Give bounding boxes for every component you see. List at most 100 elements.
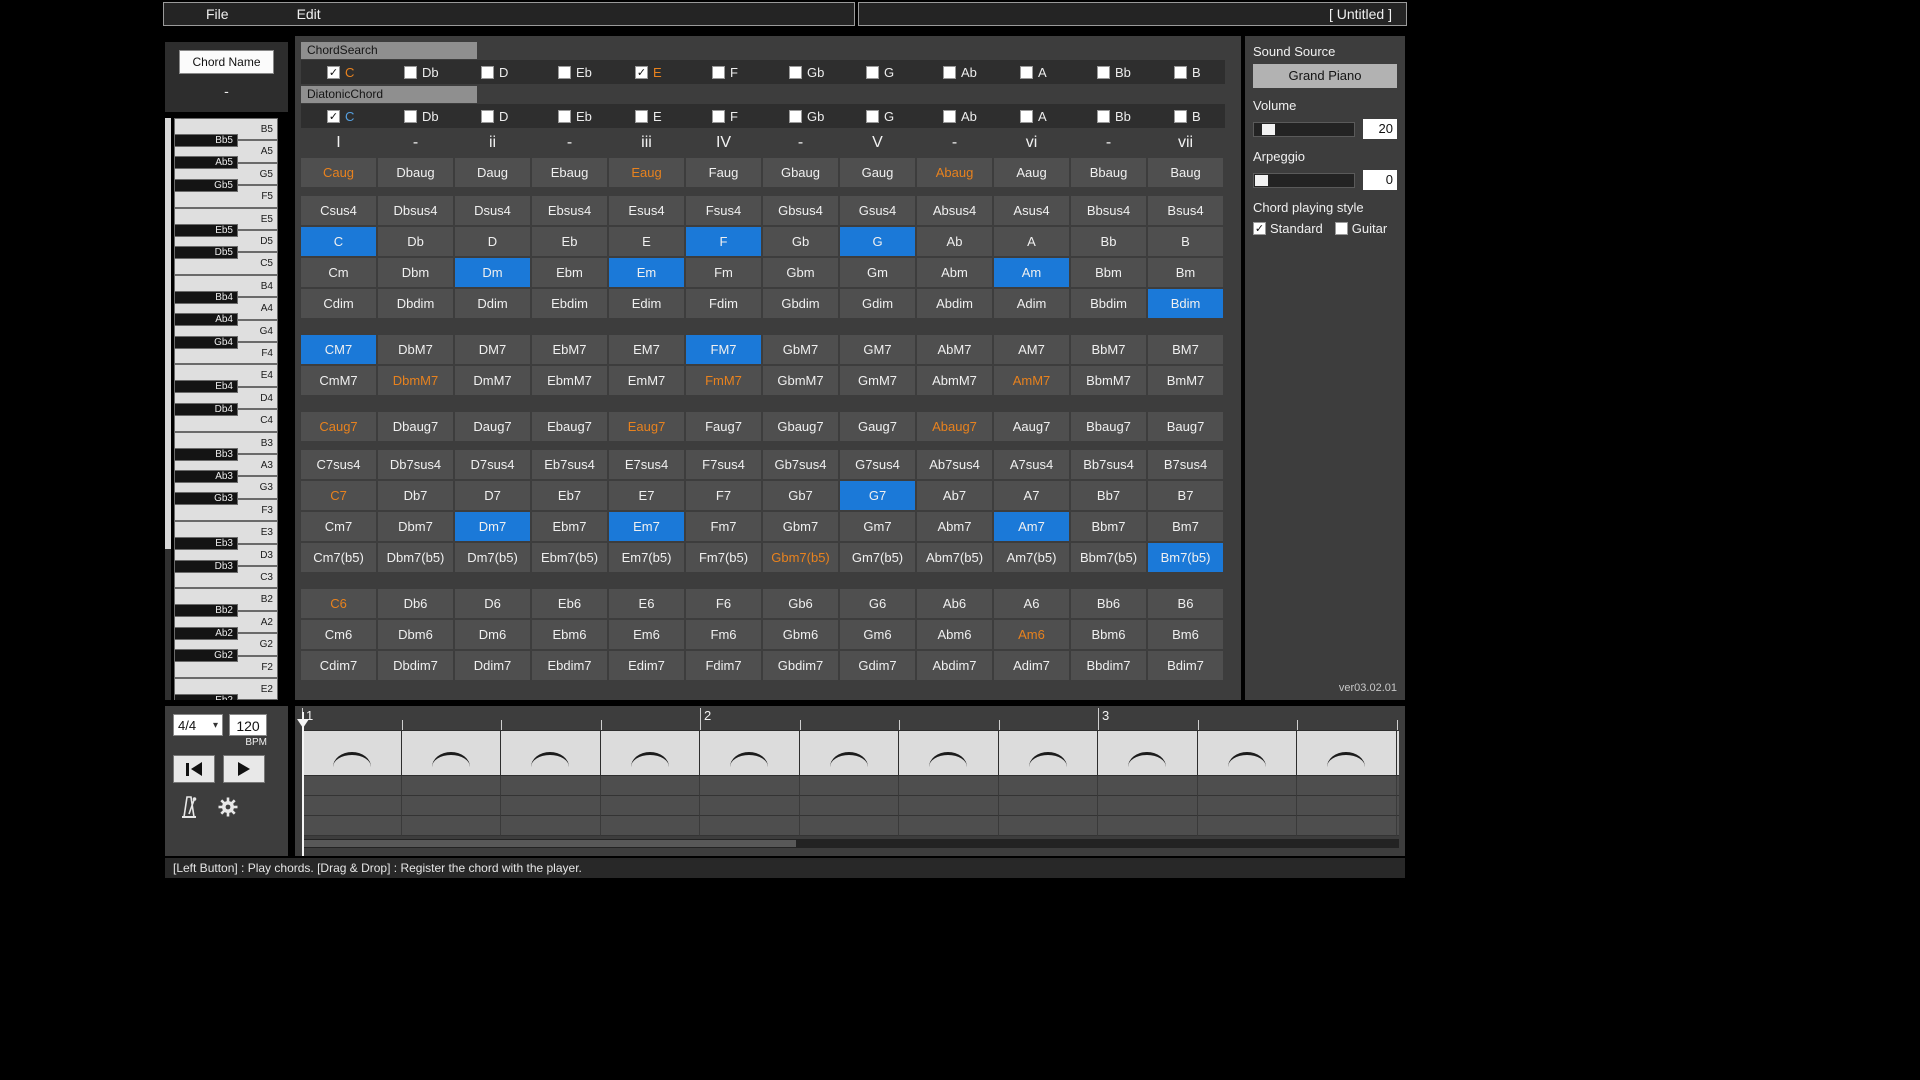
timeline-cell[interactable] (700, 776, 800, 796)
chord-Am7(b5)[interactable]: Am7(b5) (994, 543, 1069, 572)
piano-key-Gb3[interactable]: Gb3 (174, 492, 238, 505)
timeline-cell[interactable] (700, 816, 800, 836)
chord-Gdim[interactable]: Gdim (840, 289, 915, 318)
chord-Absus4[interactable]: Absus4 (917, 196, 992, 225)
piano-key-Gb4[interactable]: Gb4 (174, 336, 238, 349)
chord-Abaug[interactable]: Abaug (917, 158, 992, 187)
piano-key-Ab5[interactable]: Ab5 (174, 156, 238, 169)
play-button[interactable] (223, 755, 265, 783)
chord-E6[interactable]: E6 (609, 589, 684, 618)
chord-Eaug[interactable]: Eaug (609, 158, 684, 187)
chord-Bbm6[interactable]: Bbm6 (1071, 620, 1146, 649)
timeline-cell[interactable] (1098, 776, 1198, 796)
diatonic-row-checkbox-E[interactable] (635, 110, 648, 123)
piano-key-Eb3[interactable]: Eb3 (174, 537, 238, 550)
timeline-cell[interactable] (601, 816, 701, 836)
chord-Gb[interactable]: Gb (763, 227, 838, 256)
chord-Dm[interactable]: Dm (455, 258, 530, 287)
chord-DM7[interactable]: DM7 (455, 335, 530, 364)
diatonic-row-checkbox-Eb[interactable] (558, 110, 571, 123)
piano-key-Gb2[interactable]: Gb2 (174, 649, 238, 662)
timeline-cell[interactable] (1198, 796, 1298, 816)
timeline-cell[interactable] (302, 776, 402, 796)
timeline-chord-cell[interactable] (501, 730, 601, 776)
timeline-chord-cell[interactable] (601, 730, 701, 776)
chord-Dbaug7[interactable]: Dbaug7 (378, 412, 453, 441)
chord-Fm[interactable]: Fm (686, 258, 761, 287)
chord-G7[interactable]: G7 (840, 481, 915, 510)
piano-key-Eb2[interactable]: Eb2 (174, 694, 238, 700)
chord-Fm6[interactable]: Fm6 (686, 620, 761, 649)
chord-Gbdim[interactable]: Gbdim (763, 289, 838, 318)
timeline-cell[interactable] (1198, 776, 1298, 796)
chordsearch-row-checkbox-Ab[interactable] (943, 66, 956, 79)
chord-Dm7[interactable]: Dm7 (455, 512, 530, 541)
piano-key-Eb5[interactable]: Eb5 (174, 224, 238, 237)
timeline-scrollbar-thumb[interactable] (302, 840, 796, 847)
timeline-chord-cell[interactable] (800, 730, 900, 776)
timeline-chord-cell[interactable] (402, 730, 502, 776)
chord-Ebm7[interactable]: Ebm7 (532, 512, 607, 541)
chord-Bbdim[interactable]: Bbdim (1071, 289, 1146, 318)
chord-Gbsus4[interactable]: Gbsus4 (763, 196, 838, 225)
chord-Am7[interactable]: Am7 (994, 512, 1069, 541)
chord-Cm7(b5)[interactable]: Cm7(b5) (301, 543, 376, 572)
chord-D[interactable]: D (455, 227, 530, 256)
chord-Db7sus4[interactable]: Db7sus4 (378, 450, 453, 479)
timeline-cell[interactable] (501, 776, 601, 796)
chord-Eaug7[interactable]: Eaug7 (609, 412, 684, 441)
chord-Gbaug[interactable]: Gbaug (763, 158, 838, 187)
chord-Em6[interactable]: Em6 (609, 620, 684, 649)
timeline-cell[interactable] (1297, 776, 1397, 796)
volume-slider[interactable] (1253, 122, 1355, 137)
chord-Ebm6[interactable]: Ebm6 (532, 620, 607, 649)
chord-EbM7[interactable]: EbM7 (532, 335, 607, 364)
timeline-cell[interactable] (402, 796, 502, 816)
diatonic-row-checkbox-Gb[interactable] (789, 110, 802, 123)
timeline-cell[interactable] (899, 776, 999, 796)
rewind-button[interactable] (173, 755, 215, 783)
chord-Em7[interactable]: Em7 (609, 512, 684, 541)
chordsearch-row-checkbox-Gb[interactable] (789, 66, 802, 79)
chord-FM7[interactable]: FM7 (686, 335, 761, 364)
chord-Gb7[interactable]: Gb7 (763, 481, 838, 510)
chord-Gdim7[interactable]: Gdim7 (840, 651, 915, 680)
chord-Daug[interactable]: Daug (455, 158, 530, 187)
chord-Fm7(b5)[interactable]: Fm7(b5) (686, 543, 761, 572)
timeline-cell[interactable] (899, 796, 999, 816)
chord-A6[interactable]: A6 (994, 589, 1069, 618)
chord-Adim7[interactable]: Adim7 (994, 651, 1069, 680)
chord-Cdim7[interactable]: Cdim7 (301, 651, 376, 680)
arpeggio-slider-thumb[interactable] (1255, 175, 1268, 186)
chord-Abm6[interactable]: Abm6 (917, 620, 992, 649)
chord-Gsus4[interactable]: Gsus4 (840, 196, 915, 225)
chord-Ebm[interactable]: Ebm (532, 258, 607, 287)
guitar-checkbox[interactable] (1335, 222, 1348, 235)
chord-Bm[interactable]: Bm (1148, 258, 1223, 287)
chord-GM7[interactable]: GM7 (840, 335, 915, 364)
chord-Caug7[interactable]: Caug7 (301, 412, 376, 441)
chord-BbM7[interactable]: BbM7 (1071, 335, 1146, 364)
piano-key-Db4[interactable]: Db4 (174, 403, 238, 416)
timeline-cell[interactable] (700, 796, 800, 816)
piano-key-Ab2[interactable]: Ab2 (174, 627, 238, 640)
chord-Baug7[interactable]: Baug7 (1148, 412, 1223, 441)
chord-Caug[interactable]: Caug (301, 158, 376, 187)
chord-Ddim7[interactable]: Ddim7 (455, 651, 530, 680)
chord-Ebsus4[interactable]: Ebsus4 (532, 196, 607, 225)
keyboard-scrollbar[interactable] (165, 118, 171, 700)
chord-Bb6[interactable]: Bb6 (1071, 589, 1146, 618)
chord-Bm6[interactable]: Bm6 (1148, 620, 1223, 649)
chord-G[interactable]: G (840, 227, 915, 256)
timeline-cell[interactable] (1098, 816, 1198, 836)
playhead-marker-icon[interactable] (297, 719, 309, 728)
chord-D6[interactable]: D6 (455, 589, 530, 618)
diatonic-row-checkbox-A[interactable] (1020, 110, 1033, 123)
chord-Bm7[interactable]: Bm7 (1148, 512, 1223, 541)
chord-Abm[interactable]: Abm (917, 258, 992, 287)
chord-Am[interactable]: Am (994, 258, 1069, 287)
chord-Ab6[interactable]: Ab6 (917, 589, 992, 618)
chord-Dbdim[interactable]: Dbdim (378, 289, 453, 318)
chord-Gbm6[interactable]: Gbm6 (763, 620, 838, 649)
chord-AbM7[interactable]: AbM7 (917, 335, 992, 364)
